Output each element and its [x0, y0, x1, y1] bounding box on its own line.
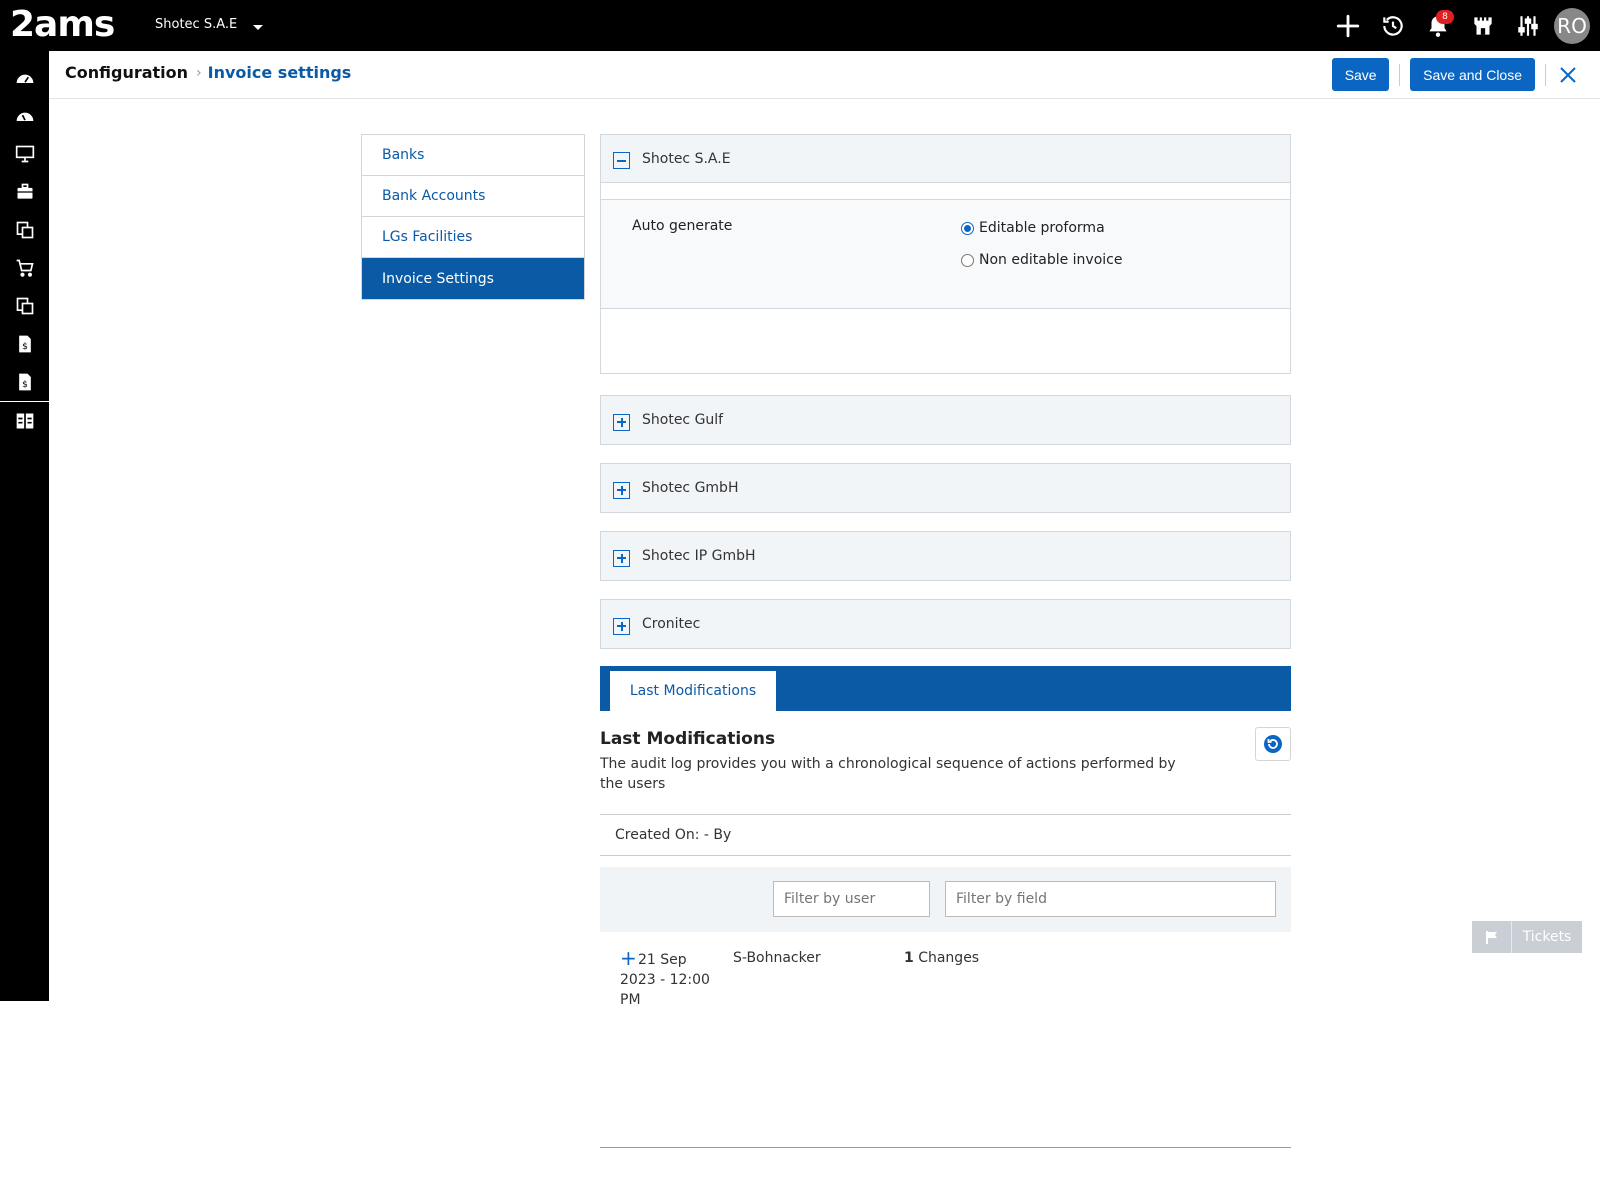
tickets-label: Tickets — [1522, 929, 1572, 945]
company-selector[interactable]: Shotec S.A.E — [155, 17, 264, 32]
radio-button[interactable] — [961, 221, 974, 235]
expand-icon[interactable] — [613, 549, 630, 567]
dashboard-icon[interactable] — [0, 59, 49, 97]
company-panel-header[interactable]: Shotec S.A.E — [601, 135, 1290, 183]
company-panel-header[interactable]: Shotec Gulf — [601, 396, 1290, 444]
close-icon[interactable] — [1556, 63, 1580, 87]
radio-label: Non editable invoice — [979, 252, 1123, 268]
monitor-icon[interactable] — [0, 135, 49, 173]
nav-item-bank-accounts[interactable]: Bank Accounts — [362, 176, 584, 217]
change-count-label: Changes — [918, 950, 980, 966]
company-panel-shotec-gulf: Shotec Gulf — [600, 395, 1291, 445]
nav-item-invoice-settings[interactable]: Invoice Settings — [362, 258, 584, 299]
invoice-icon[interactable]: $ — [0, 325, 49, 363]
filter-bar — [600, 867, 1291, 932]
filter-by-field-input[interactable] — [945, 881, 1276, 917]
divider — [600, 1147, 1291, 1148]
svg-text:$: $ — [22, 341, 28, 352]
chevron-right-icon: › — [196, 64, 202, 81]
avatar[interactable]: RO — [1554, 7, 1590, 44]
app-logo[interactable]: 2ams — [10, 4, 115, 46]
radio-button[interactable] — [961, 253, 974, 267]
modification-user: S-Bohnacker — [733, 950, 821, 966]
created-on-row: Created On: - By — [600, 814, 1291, 856]
bell-icon[interactable]: 8 — [1415, 0, 1460, 51]
company-panel-header[interactable]: Shotec GmbH — [601, 464, 1290, 512]
nav-item-banks[interactable]: Banks — [362, 135, 584, 176]
company-panel-cronitec: Cronitec — [600, 599, 1291, 649]
refresh-button[interactable] — [1255, 727, 1291, 761]
documents-icon[interactable] — [0, 211, 49, 249]
breadcrumb: Configuration › Invoice settings — [65, 63, 351, 82]
page-title: Invoice settings — [207, 63, 352, 82]
chevron-down-icon — [253, 25, 264, 30]
logo-text: 2ams — [10, 4, 115, 45]
company-name: Shotec S.A.E — [155, 17, 238, 32]
modification-count: 1 Changes — [904, 950, 979, 966]
top-bar: 2ams Shotec S.A.E 8 RO — [0, 0, 1600, 51]
company-panel-title: Cronitec — [642, 616, 701, 632]
breadcrumb-root[interactable]: Configuration — [65, 63, 188, 82]
tickets-button[interactable]: Tickets — [1472, 921, 1582, 953]
company-panel-title: Shotec GmbH — [642, 480, 739, 496]
company-panel-header[interactable]: Shotec IP GmbH — [601, 532, 1290, 580]
company-panel-body: Auto generate Editable proforma Non edit… — [601, 183, 1290, 373]
top-actions: 8 RO — [1325, 0, 1590, 51]
tab-last-modifications[interactable]: Last Modifications — [610, 671, 776, 711]
page-header: Configuration › Invoice settings Save Sa… — [49, 51, 1600, 99]
company-panel-shotec-gmbh: Shotec GmbH — [600, 463, 1291, 513]
grid-icon[interactable] — [0, 402, 49, 440]
cart-icon[interactable] — [0, 249, 49, 287]
radio-label: Editable proforma — [979, 220, 1105, 236]
castle-icon[interactable] — [1460, 0, 1505, 51]
last-modifications-tabbar: Last Modifications — [600, 666, 1291, 711]
last-modifications-description: The audit log provides you with a chrono… — [600, 756, 1176, 792]
divider — [1399, 63, 1401, 86]
expand-icon[interactable] — [613, 617, 630, 635]
sliders-icon[interactable] — [1505, 0, 1550, 51]
notification-badge: 8 — [1436, 10, 1454, 24]
nav-item-lgs-facilities[interactable]: LGs Facilities — [362, 217, 584, 258]
briefcase-icon[interactable] — [0, 173, 49, 211]
save-and-close-button[interactable]: Save and Close — [1410, 58, 1535, 91]
flag-icon — [1472, 921, 1512, 953]
company-panel-title: Shotec IP GmbH — [642, 548, 756, 564]
company-panel-shotec-ip-gmbh: Shotec IP GmbH — [600, 531, 1291, 581]
svg-text:$: $ — [22, 379, 28, 390]
settings-nav: Banks Bank Accounts LGs Facilities Invoi… — [361, 134, 585, 300]
expand-icon[interactable] — [613, 413, 630, 431]
left-sidebar: $ $ — [0, 51, 49, 1001]
expand-icon[interactable] — [613, 481, 630, 499]
change-count: 1 — [904, 950, 914, 966]
history-icon[interactable] — [1370, 0, 1415, 51]
modification-date: 21 Sep 2023 - 12:00 PM — [620, 952, 710, 1008]
divider — [1545, 63, 1546, 86]
dashboard-alt-icon[interactable] — [0, 97, 49, 135]
invoice-alt-icon[interactable]: $ — [0, 363, 49, 401]
save-button[interactable]: Save — [1332, 58, 1390, 91]
last-modifications-title: Last Modifications — [600, 729, 776, 749]
filter-by-user-input[interactable] — [773, 881, 930, 917]
documents-alt-icon[interactable] — [0, 287, 49, 325]
company-panel-header[interactable]: Cronitec — [601, 600, 1290, 648]
company-panel-shotec-sae: Shotec S.A.E Auto generate Editable prof… — [600, 134, 1291, 374]
radio-non-editable-invoice[interactable]: Non editable invoice — [961, 252, 1122, 268]
auto-generate-label: Auto generate — [632, 218, 733, 234]
company-panel-title: Shotec S.A.E — [642, 150, 731, 167]
collapse-icon[interactable] — [613, 152, 630, 169]
refresh-icon — [1264, 735, 1282, 753]
radio-editable-proforma[interactable]: Editable proforma — [961, 220, 1105, 236]
plus-icon[interactable] — [1325, 0, 1370, 51]
header-actions: Save Save and Close — [1332, 58, 1580, 91]
auto-generate-section: Auto generate Editable proforma Non edit… — [601, 199, 1290, 309]
company-panel-title: Shotec Gulf — [642, 412, 724, 428]
